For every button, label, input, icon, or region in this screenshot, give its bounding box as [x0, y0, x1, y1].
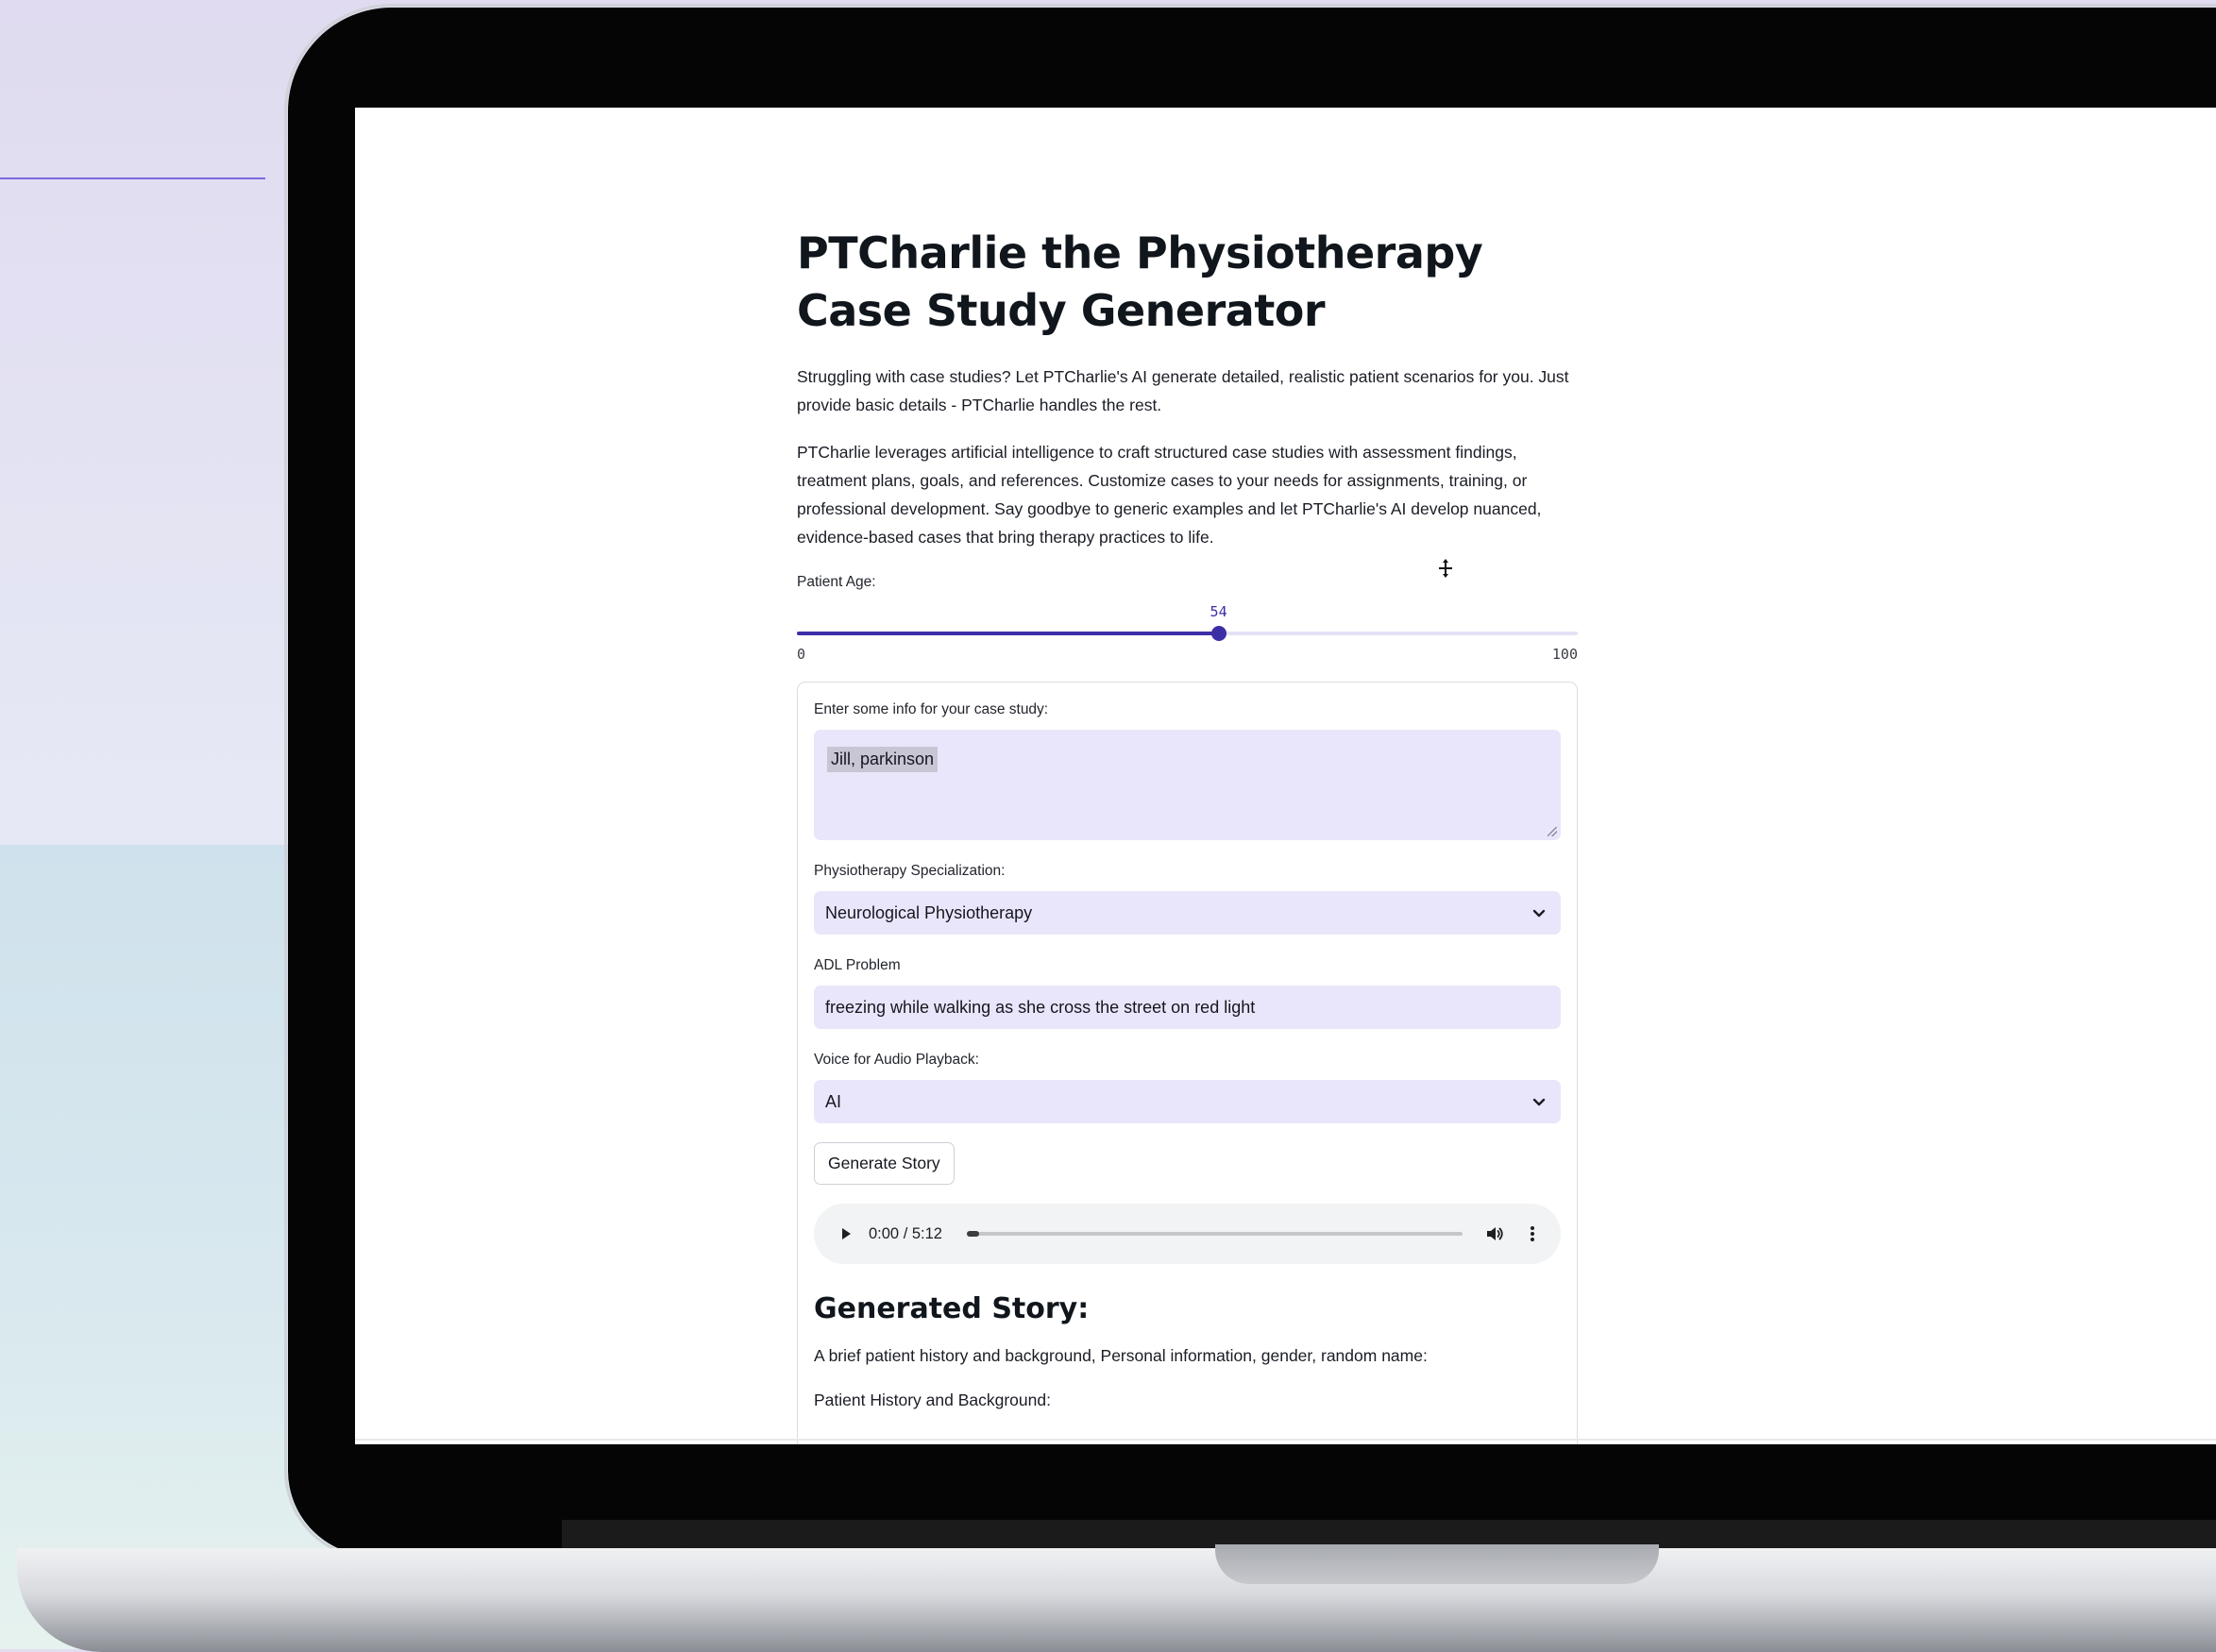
slider-value: 54	[1209, 603, 1227, 620]
audio-progress-played	[967, 1231, 980, 1237]
chevron-down-icon	[1532, 909, 1546, 918]
voice-select[interactable]: AI	[814, 1080, 1561, 1123]
laptop-notch	[1215, 1544, 1659, 1584]
voice-label: Voice for Audio Playback:	[814, 1052, 979, 1068]
laptop-screen: PTCharlie the Physiotherapy Case Study G…	[355, 108, 2216, 1444]
screen-edge	[355, 1439, 2216, 1441]
laptop-base	[17, 1548, 2216, 1652]
slider-fill	[797, 632, 1219, 635]
decorative-line	[0, 177, 265, 179]
specialization-label: Physiotherapy Specialization:	[814, 863, 1006, 879]
info-value: Jill, parkinson	[827, 747, 939, 772]
generate-story-button[interactable]: Generate Story	[814, 1142, 955, 1185]
volume-icon[interactable]	[1485, 1224, 1504, 1243]
resize-grip-icon[interactable]	[1548, 827, 1557, 836]
audio-time: 0:00 / 5:12	[869, 1224, 942, 1242]
voice-value: AI	[825, 1091, 842, 1111]
slider-min: 0	[797, 646, 806, 663]
play-icon[interactable]	[837, 1224, 855, 1243]
audio-player: 0:00 / 5:12	[814, 1204, 1561, 1264]
age-label: Patient Age:	[797, 574, 876, 590]
specialization-select[interactable]: Neurological Physiotherapy	[814, 891, 1561, 935]
more-vertical-icon[interactable]	[1523, 1224, 1542, 1243]
specialization-value: Neurological Physiotherapy	[825, 902, 1033, 922]
audio-progress[interactable]	[967, 1231, 1463, 1237]
adl-value: freezing while walking as she cross the …	[825, 997, 1256, 1017]
slider-thumb[interactable]	[1210, 626, 1226, 641]
case-study-form: Enter some info for your case study: Jil…	[797, 682, 1578, 1444]
chevron-down-icon	[1532, 1098, 1546, 1106]
generated-story-heading: Generated Story:	[814, 1292, 1090, 1325]
page-title: PTCharlie the Physiotherapy Case Study G…	[797, 228, 1483, 336]
app-content: PTCharlie the Physiotherapy Case Study G…	[797, 225, 1578, 1444]
adl-input[interactable]: freezing while walking as she cross the …	[814, 986, 1561, 1029]
info-textarea[interactable]: Jill, parkinson	[814, 730, 1561, 840]
slider-range: 0 100	[797, 646, 1578, 663]
info-label: Enter some info for your case study:	[814, 701, 1049, 717]
age-slider[interactable]: 54	[797, 598, 1578, 641]
adl-label: ADL Problem	[814, 957, 901, 973]
story-line: Patient History and Background:	[814, 1391, 1051, 1409]
description-paragraph: PTCharlie leverages artificial intellige…	[797, 443, 1542, 547]
intro-paragraph: Struggling with case studies? Let PTChar…	[797, 367, 1569, 414]
slider-max: 100	[1551, 646, 1578, 663]
story-line: A brief patient history and background, …	[814, 1346, 1428, 1365]
move-cursor-icon	[1439, 559, 1452, 578]
